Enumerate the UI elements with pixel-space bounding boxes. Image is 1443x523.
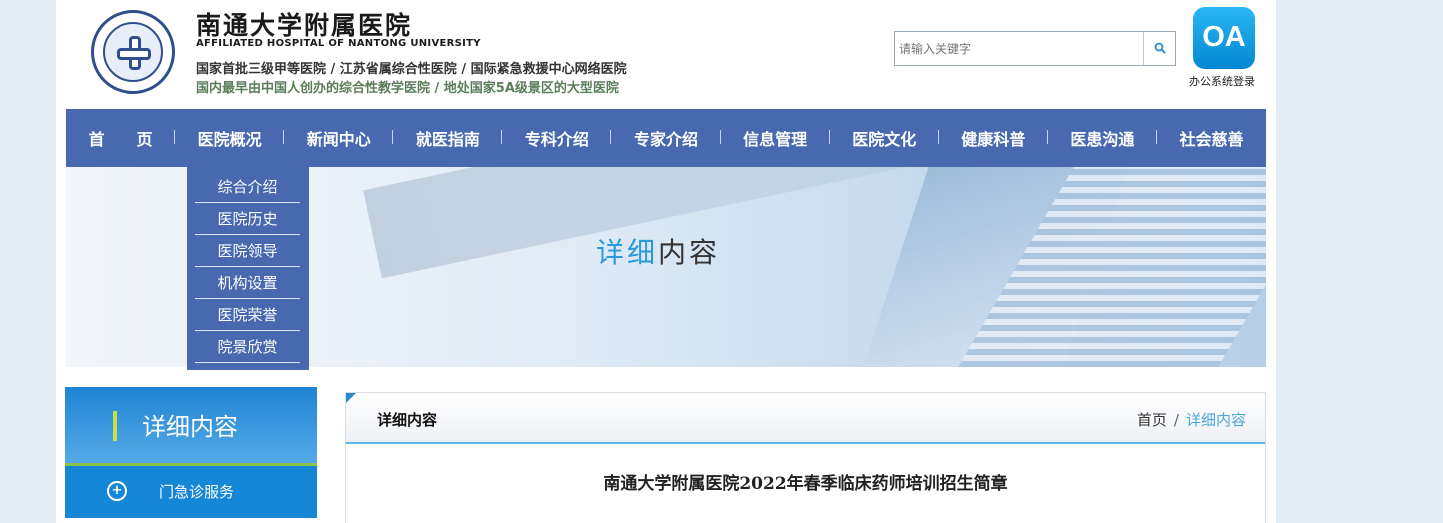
sidebar-heading-text: 详细内容 <box>142 413 238 441</box>
dropdown-item-honors[interactable]: 医院荣誉 <box>195 299 300 331</box>
banner-title: 详细内容 <box>596 231 720 271</box>
dropdown-item-history[interactable]: 医院历史 <box>195 203 300 235</box>
page: 南通大学附属医院 AFFILIATED HOSPITAL OF NANTONG … <box>56 0 1276 523</box>
sidebar-heading-accent <box>113 411 117 441</box>
nav-item-home[interactable]: 首 页 <box>66 126 176 150</box>
corner-mark <box>346 393 356 403</box>
dropdown-item-structure[interactable]: 机构设置 <box>195 267 300 299</box>
nav-item-departments[interactable]: 专科介绍 <box>502 126 612 150</box>
hospital-name: 南通大学附属医院 <box>196 11 413 40</box>
breadcrumb: 首页 / 详细内容 <box>1137 409 1246 430</box>
plus-circle-icon: + <box>107 481 127 501</box>
oa-app-icon[interactable]: OA <box>1193 7 1255 69</box>
nav-item-experts[interactable]: 专家介绍 <box>611 126 721 150</box>
oa-login-link[interactable]: 办公系统登录 <box>1189 73 1255 89</box>
content-header-title: 详细内容 <box>377 411 438 429</box>
sidebar-item-label: 门急诊服务 <box>159 483 235 501</box>
nav-item-guide[interactable]: 就医指南 <box>393 126 503 150</box>
nav-item-culture[interactable]: 医院文化 <box>830 126 939 150</box>
nav-item-info[interactable]: 信息管理 <box>721 126 830 150</box>
content-header: 详细内容 首页 / 详细内容 <box>346 393 1265 444</box>
breadcrumb-home[interactable]: 首页 <box>1137 411 1167 429</box>
breadcrumb-current: 详细内容 <box>1185 411 1246 429</box>
dropdown-item-scenery[interactable]: 院景欣赏 <box>195 331 300 363</box>
banner-title-part2: 内容 <box>658 236 721 269</box>
logo-cross-horizontal <box>117 48 151 60</box>
search-icon <box>1154 42 1166 54</box>
tagline-secondary: 国内最早由中国人创办的综合性教学医院 / 地处国家5A级景区的大型医院 <box>196 81 619 96</box>
overview-dropdown-menu: 综合介绍 医院历史 医院领导 机构设置 医院荣誉 院景欣赏 <box>187 167 309 370</box>
search-box <box>894 31 1176 66</box>
nav-item-news[interactable]: 新闻中心 <box>284 126 394 150</box>
nav-item-overview[interactable]: 医院概况 <box>175 126 285 150</box>
tagline-primary: 国家首批三级甲等医院 / 江苏省属综合性医院 / 国际紧急救援中心网络医院 <box>196 62 627 77</box>
breadcrumb-separator: / <box>1173 411 1179 429</box>
search-input[interactable] <box>895 32 1143 65</box>
banner-title-part1: 详细 <box>596 236 659 269</box>
search-button[interactable] <box>1143 32 1175 65</box>
logo-inner-ring <box>103 22 163 82</box>
hospital-name-en: AFFILIATED HOSPITAL OF NANTONG UNIVERSIT… <box>196 38 481 49</box>
hospital-logo[interactable] <box>91 10 175 94</box>
sidebar-heading: 详细内容 <box>65 387 317 466</box>
article-title: 南通大学附属医院2022年春季临床药师培训招生简章 <box>603 474 1008 494</box>
nav-item-communication[interactable]: 医患沟通 <box>1048 126 1158 150</box>
nav-item-health[interactable]: 健康科普 <box>939 126 1048 150</box>
dropdown-item-leaders[interactable]: 医院领导 <box>195 235 300 267</box>
sidebar-item-emergency[interactable]: + 门急诊服务 <box>65 466 317 519</box>
main-nav: 首 页 医院概况 新闻中心 就医指南 专科介绍 专家介绍 信息管理 医院文化 健… <box>66 109 1266 167</box>
dropdown-item-intro[interactable]: 综合介绍 <box>195 171 300 203</box>
nav-item-charity[interactable]: 社会慈善 <box>1157 126 1266 150</box>
content-panel: 详细内容 首页 / 详细内容 南通大学附属医院2022年春季临床药师培训招生简章 <box>345 392 1266 523</box>
